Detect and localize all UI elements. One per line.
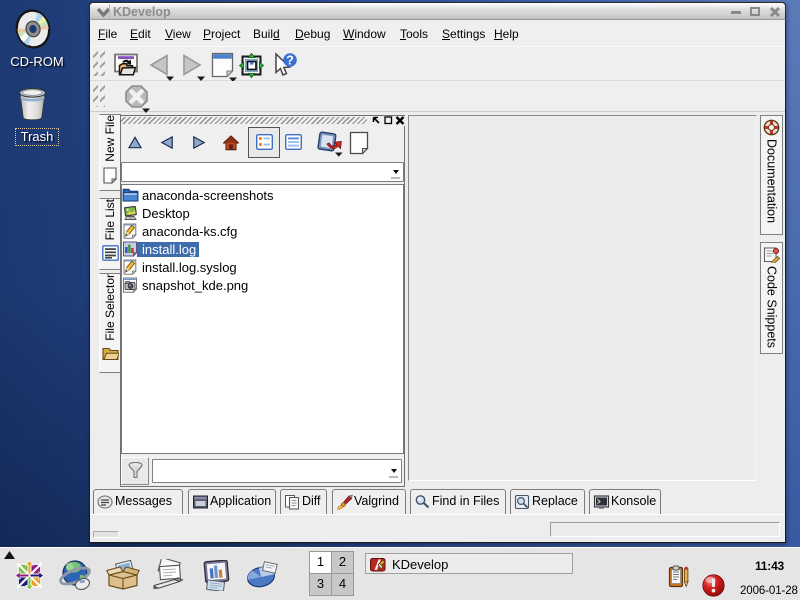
svg-text:?: ?	[286, 54, 294, 68]
